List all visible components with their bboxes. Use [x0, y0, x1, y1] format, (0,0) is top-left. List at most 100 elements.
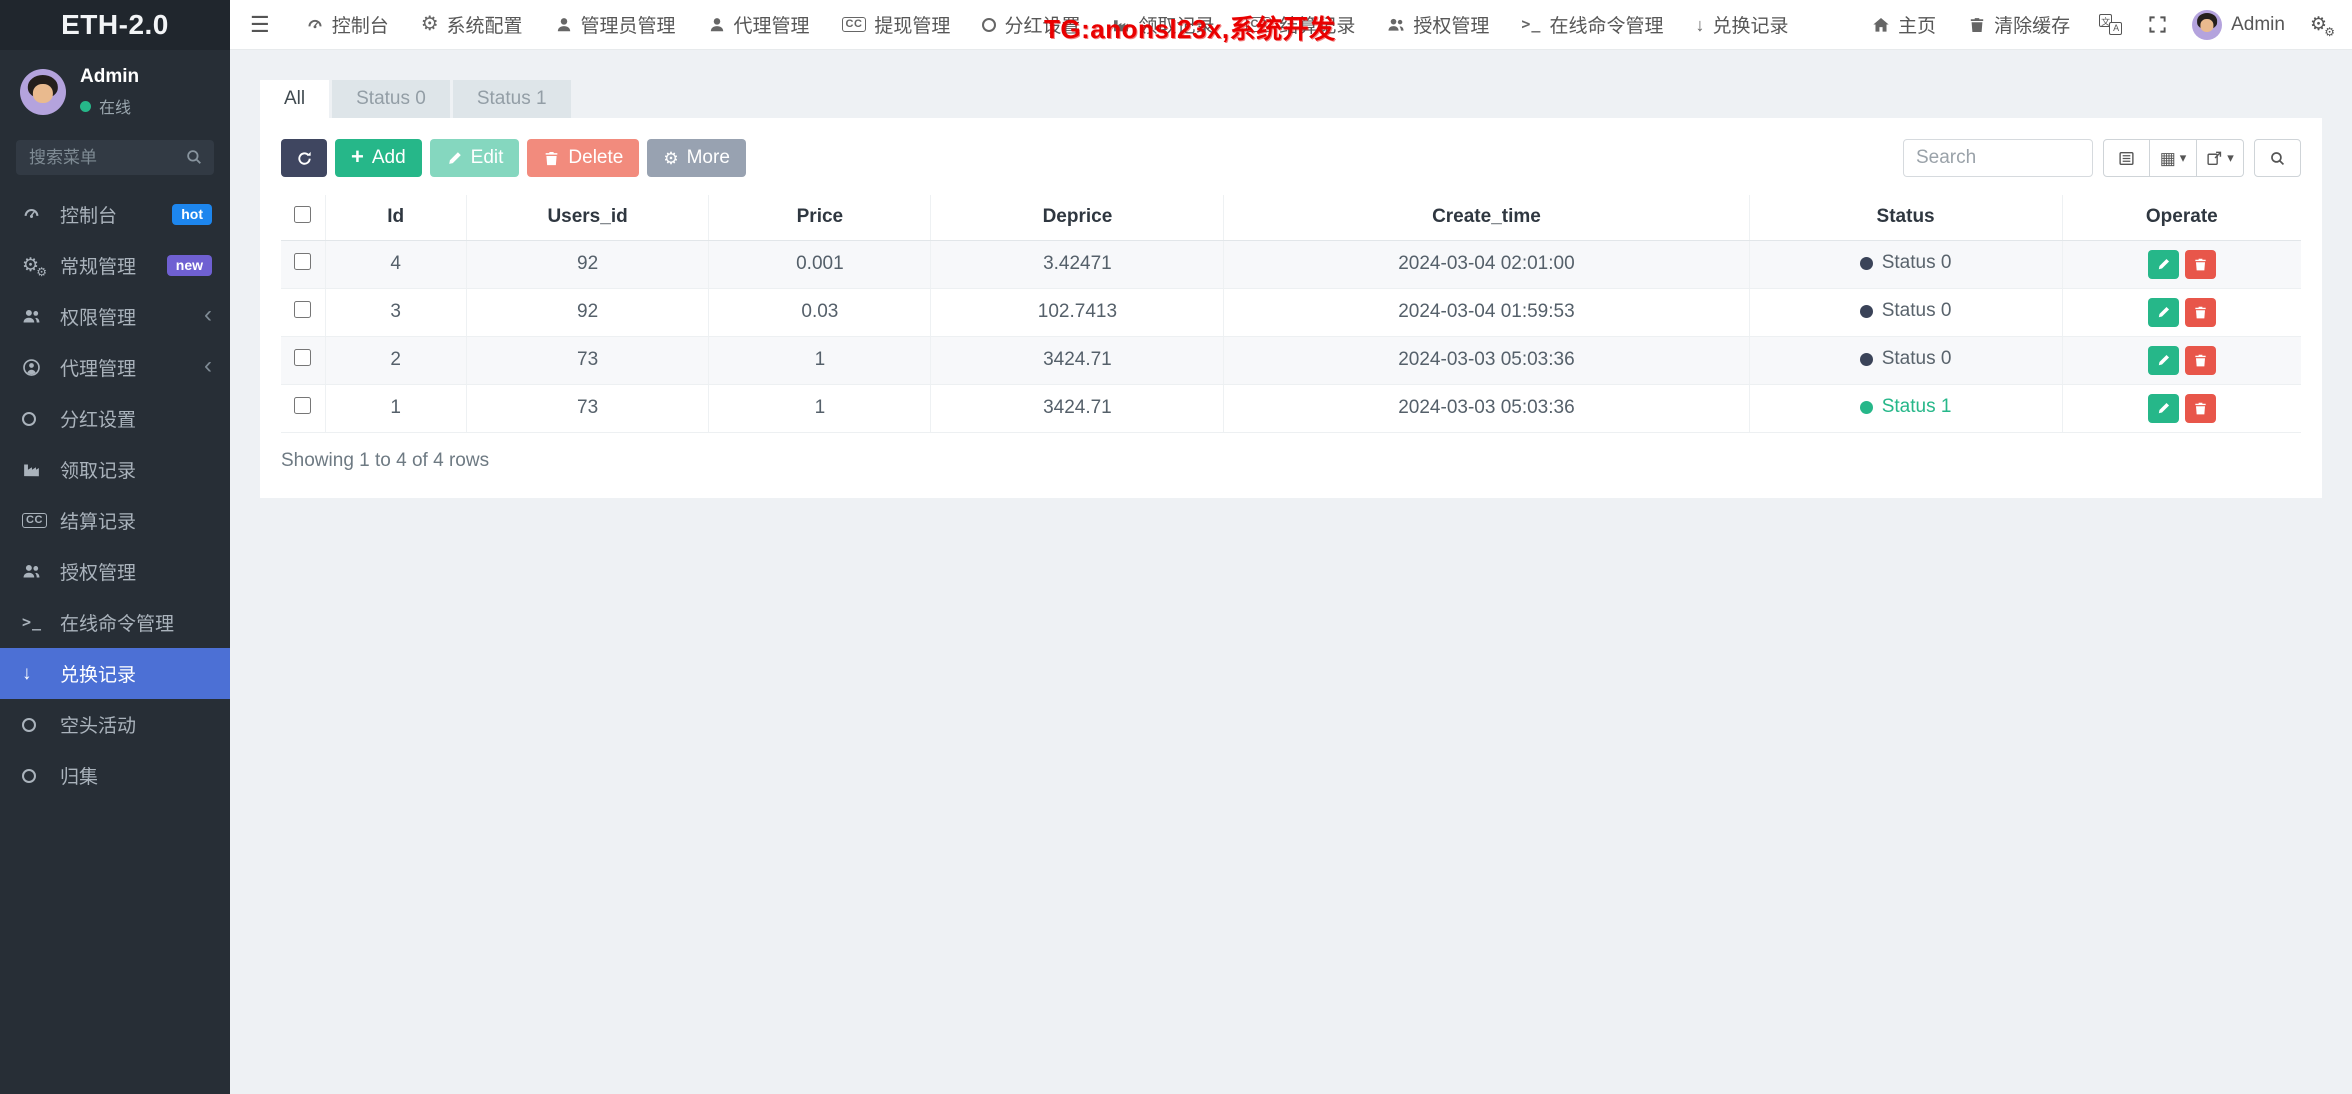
sidebar-item-agent-manage[interactable]: 代理管理 ‹	[0, 342, 230, 393]
fullscreen-button[interactable]	[2135, 0, 2180, 49]
delete-button[interactable]: Delete	[527, 139, 640, 177]
sidebar-item-settle-records[interactable]: CC 结算记录	[0, 495, 230, 546]
dashboard-icon	[22, 205, 52, 224]
row-checkbox[interactable]	[294, 348, 312, 366]
caret-down-icon: ▾	[2179, 150, 2187, 165]
nav-item-online-command[interactable]: >_ 在线命令管理	[1505, 0, 1679, 49]
sidebar-item-dividend-settings[interactable]: 分红设置	[0, 393, 230, 444]
translate-button[interactable]	[2086, 0, 2135, 49]
column-header-users_id[interactable]: Users_id	[465, 195, 709, 241]
tab-status-1[interactable]: Status 1	[452, 80, 571, 118]
row-checkbox[interactable]	[294, 396, 312, 414]
sidebar-item-claim-records[interactable]: 领取记录	[0, 444, 230, 495]
nav-home[interactable]: 主页	[1856, 0, 1952, 49]
nav-item-system-config[interactable]: ⚙ 系统配置	[405, 0, 539, 49]
nav-item-admin-manage[interactable]: 管理员管理	[539, 0, 692, 49]
cell-select	[281, 288, 325, 337]
nav-item-exchange-records[interactable]: ↓ 兑换记录	[1679, 0, 1804, 49]
tab-status-0[interactable]: Status 0	[332, 80, 450, 118]
toggle-view-button[interactable]	[2103, 139, 2150, 177]
cc-icon: CC	[841, 17, 867, 32]
sidebar-item-label: 结算记录	[60, 512, 137, 533]
cell-create-time: 2024-03-03 05:03:36	[1223, 336, 1750, 385]
edit-row-button[interactable]	[2147, 297, 2179, 327]
grid-icon: ▦	[2159, 148, 2176, 168]
gear-icon: ⚙	[663, 148, 679, 168]
sidebar-item-permission-manage[interactable]: 权限管理 ‹	[0, 291, 230, 342]
status-label: Status 0	[1881, 252, 1952, 274]
delete-row-button[interactable]	[2184, 345, 2216, 375]
sidebar-item-online-command[interactable]: >_ 在线命令管理	[0, 597, 230, 648]
column-header-price[interactable]: Price	[708, 195, 931, 241]
status-label: Status 1	[1881, 396, 1952, 418]
toolbar: + Add Edit Delete ⚙ More Search ▦ ▾ ▾	[281, 139, 2301, 177]
nav-item-label: 兑换记录	[1712, 16, 1789, 37]
nav-item-agent-manage[interactable]: 代理管理	[692, 0, 826, 49]
terminal-icon: >_	[22, 613, 43, 631]
nav-item-label: 在线命令管理	[1549, 16, 1664, 37]
more-button-label: More	[686, 147, 730, 168]
row-checkbox[interactable]	[294, 300, 312, 318]
column-header-create_time[interactable]: Create_time	[1223, 195, 1750, 241]
search-submit-button[interactable]	[2254, 139, 2301, 177]
tab-all[interactable]: All	[260, 80, 330, 118]
gears-icon: ⚙ ⚙	[2309, 14, 2335, 39]
plus-icon: +	[351, 144, 364, 169]
columns-button[interactable]: ▦ ▾	[2150, 139, 2197, 177]
terminal-icon: >_	[1521, 15, 1542, 33]
main-content: All Status 0 Status 1 + Add Edit Delete …	[230, 50, 2352, 1094]
column-header-deprice[interactable]: Deprice	[930, 195, 1224, 241]
navbar-user-menu[interactable]: Admin	[2180, 9, 2297, 40]
edit-button-label: Edit	[470, 147, 504, 168]
nav-item-dashboard[interactable]: 控制台	[290, 0, 405, 49]
sidebar-item-dashboard[interactable]: 控制台 hot	[0, 189, 230, 240]
table-panel: + Add Edit Delete ⚙ More Search ▦ ▾ ▾ Id…	[260, 118, 2322, 498]
column-header-operate[interactable]: Operate	[2061, 195, 2301, 241]
navbar-right: 主页 清除缓存 Admin ⚙⚙	[1856, 0, 2352, 49]
sidebar-user-panel: Admin 在线	[0, 50, 230, 128]
delete-row-button[interactable]	[2184, 393, 2216, 423]
add-button[interactable]: + Add	[335, 139, 422, 177]
delete-row-button[interactable]	[2184, 249, 2216, 279]
refresh-button[interactable]	[281, 139, 327, 177]
table-search-input[interactable]	[1903, 139, 2093, 177]
user-avatar	[20, 69, 66, 115]
records-table: Id Users_id Price Deprice Create_time Status O…	[281, 195, 2301, 433]
cell-operate	[2061, 240, 2301, 289]
table-row: 3 92 0.03 102.7413 2024-03-04 01:59:53 Status…	[281, 288, 2301, 337]
pagination-summary: Showing 1 to 4 of 4 rows	[281, 449, 490, 471]
settings-button[interactable]: ⚙ ⚙	[2297, 0, 2340, 49]
column-header-status[interactable]: Status	[1748, 195, 2063, 241]
more-button[interactable]: ⚙ More	[647, 139, 746, 177]
new-badge: new	[166, 254, 212, 277]
edit-button[interactable]: Edit	[429, 139, 520, 177]
menu-toggle-icon[interactable]: ☰	[230, 0, 290, 49]
edit-row-button[interactable]	[2147, 393, 2179, 423]
sidebar-item-collect[interactable]: 归集	[0, 750, 230, 801]
sidebar-item-exchange-records[interactable]: ↓ 兑换记录	[0, 648, 230, 699]
cell-deprice: 3424.71	[930, 336, 1224, 385]
sidebar-item-label: 兑换记录	[60, 665, 137, 686]
nav-item-withdraw-manage[interactable]: CC 提现管理	[826, 0, 967, 49]
nav-clear-cache[interactable]: 清除缓存	[1952, 0, 2086, 49]
nav-item-authorize-manage[interactable]: 授权管理	[1371, 0, 1505, 49]
cell-select	[281, 336, 325, 385]
edit-row-button[interactable]	[2147, 345, 2179, 375]
delete-row-button[interactable]	[2184, 297, 2216, 327]
row-checkbox[interactable]	[294, 252, 312, 270]
cell-users-id: 92	[465, 240, 709, 289]
select-all-checkbox[interactable]	[294, 205, 312, 223]
edit-row-button[interactable]	[2147, 249, 2179, 279]
export-icon	[2206, 150, 2223, 167]
status-dot	[1859, 352, 1873, 366]
table-row: 1 73 1 3424.71 2024-03-03 05:03:36 Status 1	[281, 384, 2301, 433]
cell-status: Status 1	[1748, 384, 2063, 433]
sidebar-item-authorize-manage[interactable]: 授权管理	[0, 546, 230, 597]
sidebar-item-general-manage[interactable]: ⚙ ⚙ 常规管理 new	[0, 240, 230, 291]
status-dot	[1859, 256, 1873, 270]
column-header-id[interactable]: Id	[324, 195, 467, 241]
sidebar-item-airdrop-activity[interactable]: 空头活动	[0, 699, 230, 750]
sidebar-item-label: 领取记录	[60, 461, 137, 482]
export-button[interactable]: ▾	[2197, 139, 2244, 177]
cell-id: 2	[324, 336, 467, 385]
